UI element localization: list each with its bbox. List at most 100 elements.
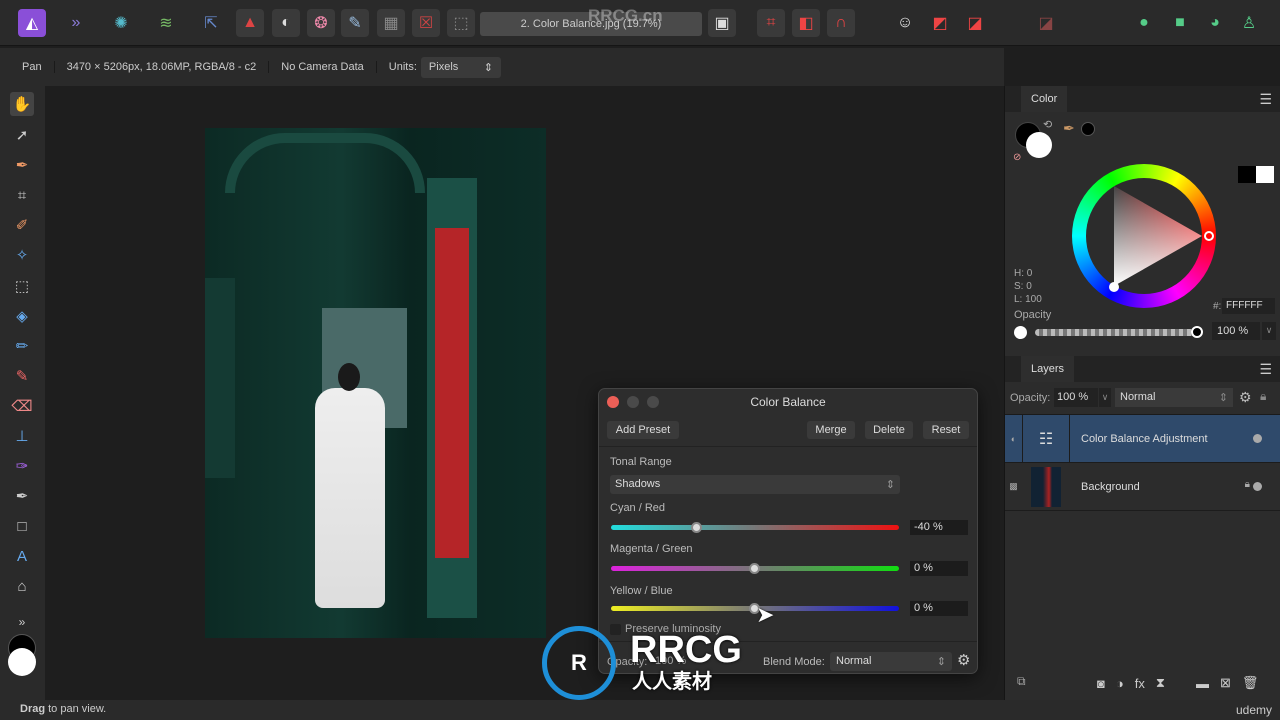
move-tool-icon[interactable]: ➚ <box>10 123 34 147</box>
mask-icon[interactable]: ◙ <box>1097 676 1105 691</box>
swap-colors-icon[interactable]: ⟲ <box>1043 118 1052 131</box>
chevron-down-icon[interactable]: ∨ <box>1099 388 1111 407</box>
magenta-green-slider[interactable] <box>611 563 899 574</box>
assistant-icon[interactable]: ☺ <box>891 9 919 37</box>
preserve-luminosity-checkbox[interactable] <box>610 624 621 635</box>
brush-tool-icon[interactable]: ✎ <box>10 364 34 388</box>
gear-icon[interactable]: ⚙ <box>1239 389 1252 406</box>
color-panel: ⊘ ⟲ ✒ H: 0 S: 0 L: 100 #: FFFFFF Opacity <box>1005 112 1280 324</box>
slider-knob[interactable] <box>749 563 760 574</box>
color-picker-tool-icon[interactable]: ✒ <box>10 153 34 177</box>
add-preset-button[interactable]: Add Preset <box>607 421 679 439</box>
color-tab[interactable]: Color <box>1021 86 1068 112</box>
user-icon[interactable]: ♙ <box>1235 9 1263 37</box>
units-select[interactable]: Pixels ⇕ <box>420 56 501 78</box>
yellow-blue-value[interactable]: 0 % <box>910 601 968 616</box>
secondary-color-swatch[interactable] <box>8 648 36 676</box>
cyan-red-slider[interactable] <box>611 522 899 533</box>
visibility-toggle[interactable] <box>1253 482 1262 491</box>
trash-icon[interactable]: 🗑︎ <box>1242 675 1259 691</box>
live-filter-icon[interactable]: ⧗ <box>1156 675 1165 691</box>
layer-row[interactable]: ▩ Background 🔒︎ <box>1005 463 1280 511</box>
layer-blend-select[interactable]: Normal ⇕ <box>1115 388 1233 407</box>
merge-button[interactable]: Merge <box>807 421 855 439</box>
menu-icon[interactable]: ☰ <box>1259 361 1272 378</box>
cyan-red-value[interactable]: -40 % <box>910 520 968 535</box>
force-pixel-alignment-icon[interactable]: ∩ <box>827 9 855 37</box>
layer-opacity-input[interactable]: 100 % <box>1054 388 1098 407</box>
develop-persona-icon[interactable]: ✺ <box>107 9 135 37</box>
arrange-front-icon[interactable]: ◩ <box>926 9 954 37</box>
hex-input[interactable]: FFFFFF <box>1222 298 1275 314</box>
white-balance-icon[interactable]: ✎ <box>341 9 369 37</box>
visibility-toggle[interactable] <box>1253 434 1262 443</box>
auto-contrast-icon[interactable]: ◐ <box>272 9 300 37</box>
add-layer-icon[interactable]: ⊠ <box>1220 675 1231 691</box>
arrange-back-icon[interactable]: ◪ <box>961 9 989 37</box>
black-swatch[interactable] <box>1238 166 1256 183</box>
expand-tools-icon[interactable]: » <box>10 610 34 634</box>
tonal-range-select[interactable]: Shadows ⇕ <box>610 475 900 494</box>
color-wheel-icon[interactable]: ❂ <box>307 9 335 37</box>
smudge-tool-icon[interactable]: ✑ <box>10 454 34 478</box>
shape-tool-icon[interactable]: □ <box>10 514 34 538</box>
color-handle[interactable] <box>1109 282 1119 292</box>
selection-mode-icon[interactable]: ⌗ <box>757 9 785 37</box>
pen-tool-icon[interactable]: ✒ <box>10 484 34 508</box>
affinity-photo-logo-icon[interactable]: ◭ <box>18 9 46 37</box>
studio-2-icon[interactable]: ■ <box>1166 9 1194 37</box>
folder-icon[interactable]: ▬ <box>1196 676 1209 691</box>
layer-row[interactable]: ◐ ☷ Color Balance Adjustment <box>1005 414 1280 463</box>
liquify-persona-icon[interactable]: » <box>62 9 90 37</box>
crop-tool-icon[interactable]: ⌗ <box>10 183 34 207</box>
hand-tool-icon[interactable]: ✋ <box>10 92 34 116</box>
slider-knob[interactable] <box>691 522 703 533</box>
histogram-icon[interactable]: ▲ <box>236 9 264 37</box>
lock-icon[interactable]: 🔒︎ <box>1260 389 1266 404</box>
white-swatch[interactable] <box>1256 166 1274 183</box>
magic-wand-icon[interactable]: ✧ <box>10 243 34 267</box>
opacity-slider[interactable] <box>1035 326 1203 338</box>
export-persona-icon[interactable]: ⇱ <box>197 9 225 37</box>
opacity-label: Opacity <box>1014 309 1052 321</box>
menu-icon[interactable]: ☰ <box>1259 91 1272 108</box>
yellow-blue-slider[interactable] <box>611 603 899 614</box>
opacity-input[interactable]: 100 % <box>1212 322 1260 340</box>
chevron-down-icon[interactable]: ∨ <box>1262 322 1276 340</box>
quick-mask-icon[interactable]: ▣ <box>708 9 736 37</box>
hue-handle[interactable] <box>1204 231 1214 241</box>
snapping-icon[interactable]: ◧ <box>792 9 820 37</box>
studio-3-icon[interactable]: ◕ <box>1201 9 1229 37</box>
marquee-tool-icon[interactable]: ⬚ <box>10 274 34 298</box>
mesh-warp-icon[interactable]: ⌂ <box>10 574 34 598</box>
assistant-layers-icon[interactable]: ⧉ <box>1017 674 1026 689</box>
eyedropper-icon[interactable]: ✒ <box>1063 120 1075 137</box>
eraser-tool-icon[interactable]: ⌫ <box>10 394 34 418</box>
clone-tool-icon[interactable]: ⊥ <box>10 424 34 448</box>
picked-color[interactable] <box>1081 122 1095 136</box>
paint-brush-icon[interactable]: ✏ <box>10 334 34 358</box>
fx-icon[interactable]: fx <box>1135 676 1145 691</box>
blend-mode-select[interactable]: Normal ⇕ <box>830 652 952 671</box>
opacity-knob[interactable] <box>1191 326 1203 338</box>
lock-icon[interactable]: 🔒︎ <box>1245 479 1250 490</box>
fill-tool-icon[interactable]: ◈ <box>10 304 34 328</box>
tone-mapping-persona-icon[interactable]: ≋ <box>152 9 180 37</box>
layers-tab[interactable]: Layers <box>1021 356 1075 382</box>
document-image[interactable] <box>205 128 546 638</box>
text-tool-icon[interactable]: A <box>10 544 34 568</box>
selection-brush-icon[interactable]: ✐ <box>10 213 34 237</box>
deselect-icon[interactable]: ☒ <box>412 9 440 37</box>
invert-selection-icon[interactable]: ⬚ <box>447 9 475 37</box>
adjustment-icon[interactable]: ◑ <box>1116 676 1124 691</box>
gear-icon[interactable]: ⚙ <box>957 651 970 669</box>
magenta-green-value[interactable]: 0 % <box>910 561 968 576</box>
delete-button[interactable]: Delete <box>865 421 913 439</box>
select-all-icon[interactable]: ▦ <box>377 9 405 37</box>
arrange-forward-icon[interactable]: ◪ <box>1032 9 1060 37</box>
no-color-icon[interactable]: ⊘ <box>1013 152 1021 163</box>
reset-button[interactable]: Reset <box>923 421 969 439</box>
secondary-color[interactable] <box>1026 132 1052 158</box>
studio-icon[interactable]: ● <box>1130 9 1158 37</box>
hue-wheel[interactable] <box>1072 164 1216 308</box>
